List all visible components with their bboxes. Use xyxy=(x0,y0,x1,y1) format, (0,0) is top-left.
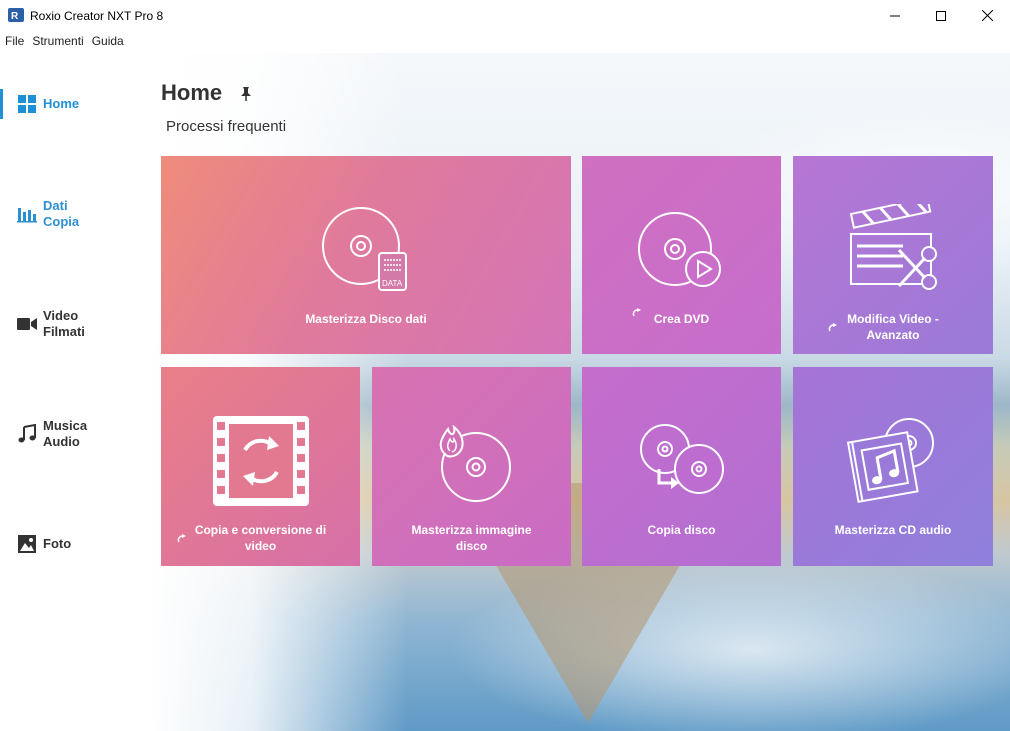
roxio-app-icon: R xyxy=(8,8,24,22)
tile-masterizza-immagine-disco[interactable]: Masterizza immagine disco xyxy=(372,367,571,566)
sidebar-item-home[interactable]: Home xyxy=(0,93,148,115)
sidebar-item-label: Musica Audio xyxy=(43,418,88,449)
photo-icon xyxy=(16,533,38,555)
tile-label: Copia disco xyxy=(647,523,716,537)
disc-burn-icon xyxy=(372,425,571,505)
tile-label: Masterizza CD audio xyxy=(834,523,952,537)
tile-copia-conversione-video[interactable]: Copia e conversione di video xyxy=(161,367,360,566)
menu-guida[interactable]: Guida xyxy=(87,31,127,53)
video-edit-icon xyxy=(793,204,993,299)
film-convert-icon xyxy=(161,414,360,509)
pin-icon[interactable] xyxy=(240,86,252,102)
tile-masterizza-disco-dati[interactable]: DATA Masterizza Disco dati xyxy=(161,156,571,354)
sidebar-item-dati[interactable]: Dati Copia xyxy=(0,198,148,230)
sidebar-item-foto[interactable]: Foto xyxy=(0,533,148,555)
music-note-icon xyxy=(16,423,38,445)
minimize-icon xyxy=(890,15,900,16)
minimize-button[interactable] xyxy=(872,0,918,31)
tile-modifica-video[interactable]: Modifica Video - Avanzato xyxy=(793,156,993,354)
tile-label: Copia e conversione di video xyxy=(194,523,327,553)
bar-chart-icon xyxy=(16,203,38,225)
section-title: Processi frequenti xyxy=(166,118,287,135)
menu-bar: File Strumenti Guida xyxy=(0,31,127,53)
dvd-play-icon xyxy=(582,211,781,291)
maximize-icon xyxy=(936,10,946,21)
sidebar: Home Dati Copia Video Filmati Musica Aud… xyxy=(0,53,148,731)
close-icon xyxy=(981,10,993,21)
page-title: Home xyxy=(161,80,223,105)
sidebar-item-label: Dati Copia xyxy=(43,198,80,229)
tile-crea-dvd[interactable]: Crea DVD xyxy=(582,156,781,354)
audio-cd-icon xyxy=(793,413,993,508)
close-button[interactable] xyxy=(964,0,1010,31)
video-camera-icon xyxy=(16,313,38,335)
tile-label: Masterizza immagine disco xyxy=(411,523,532,553)
tile-label: Crea DVD xyxy=(653,312,710,326)
disc-copy-icon xyxy=(582,423,781,503)
svg-text:DATA: DATA xyxy=(382,279,403,288)
title-bar: R Roxio Creator NXT Pro 8 xyxy=(0,0,1010,31)
sidebar-item-label: Video Filmati xyxy=(43,308,85,339)
tile-masterizza-cd-audio[interactable]: Masterizza CD audio xyxy=(793,367,993,566)
tile-label: Modifica Video - Avanzato xyxy=(847,312,939,342)
sidebar-item-label: Foto xyxy=(43,536,72,551)
menu-file[interactable]: File xyxy=(0,31,27,53)
window-title: Roxio Creator NXT Pro 8 xyxy=(30,9,164,23)
menu-strumenti[interactable]: Strumenti xyxy=(27,31,86,53)
sidebar-item-label: Home xyxy=(43,96,80,111)
grid-icon xyxy=(16,93,38,115)
maximize-button[interactable] xyxy=(918,0,964,31)
sidebar-item-musica[interactable]: Musica Audio xyxy=(0,418,148,450)
svg-text:R: R xyxy=(11,11,19,22)
tile-label: Masterizza Disco dati xyxy=(305,312,427,326)
tile-copia-disco[interactable]: Copia disco xyxy=(582,367,781,566)
sidebar-item-video[interactable]: Video Filmati xyxy=(0,308,148,340)
data-disc-icon: DATA xyxy=(161,206,571,296)
